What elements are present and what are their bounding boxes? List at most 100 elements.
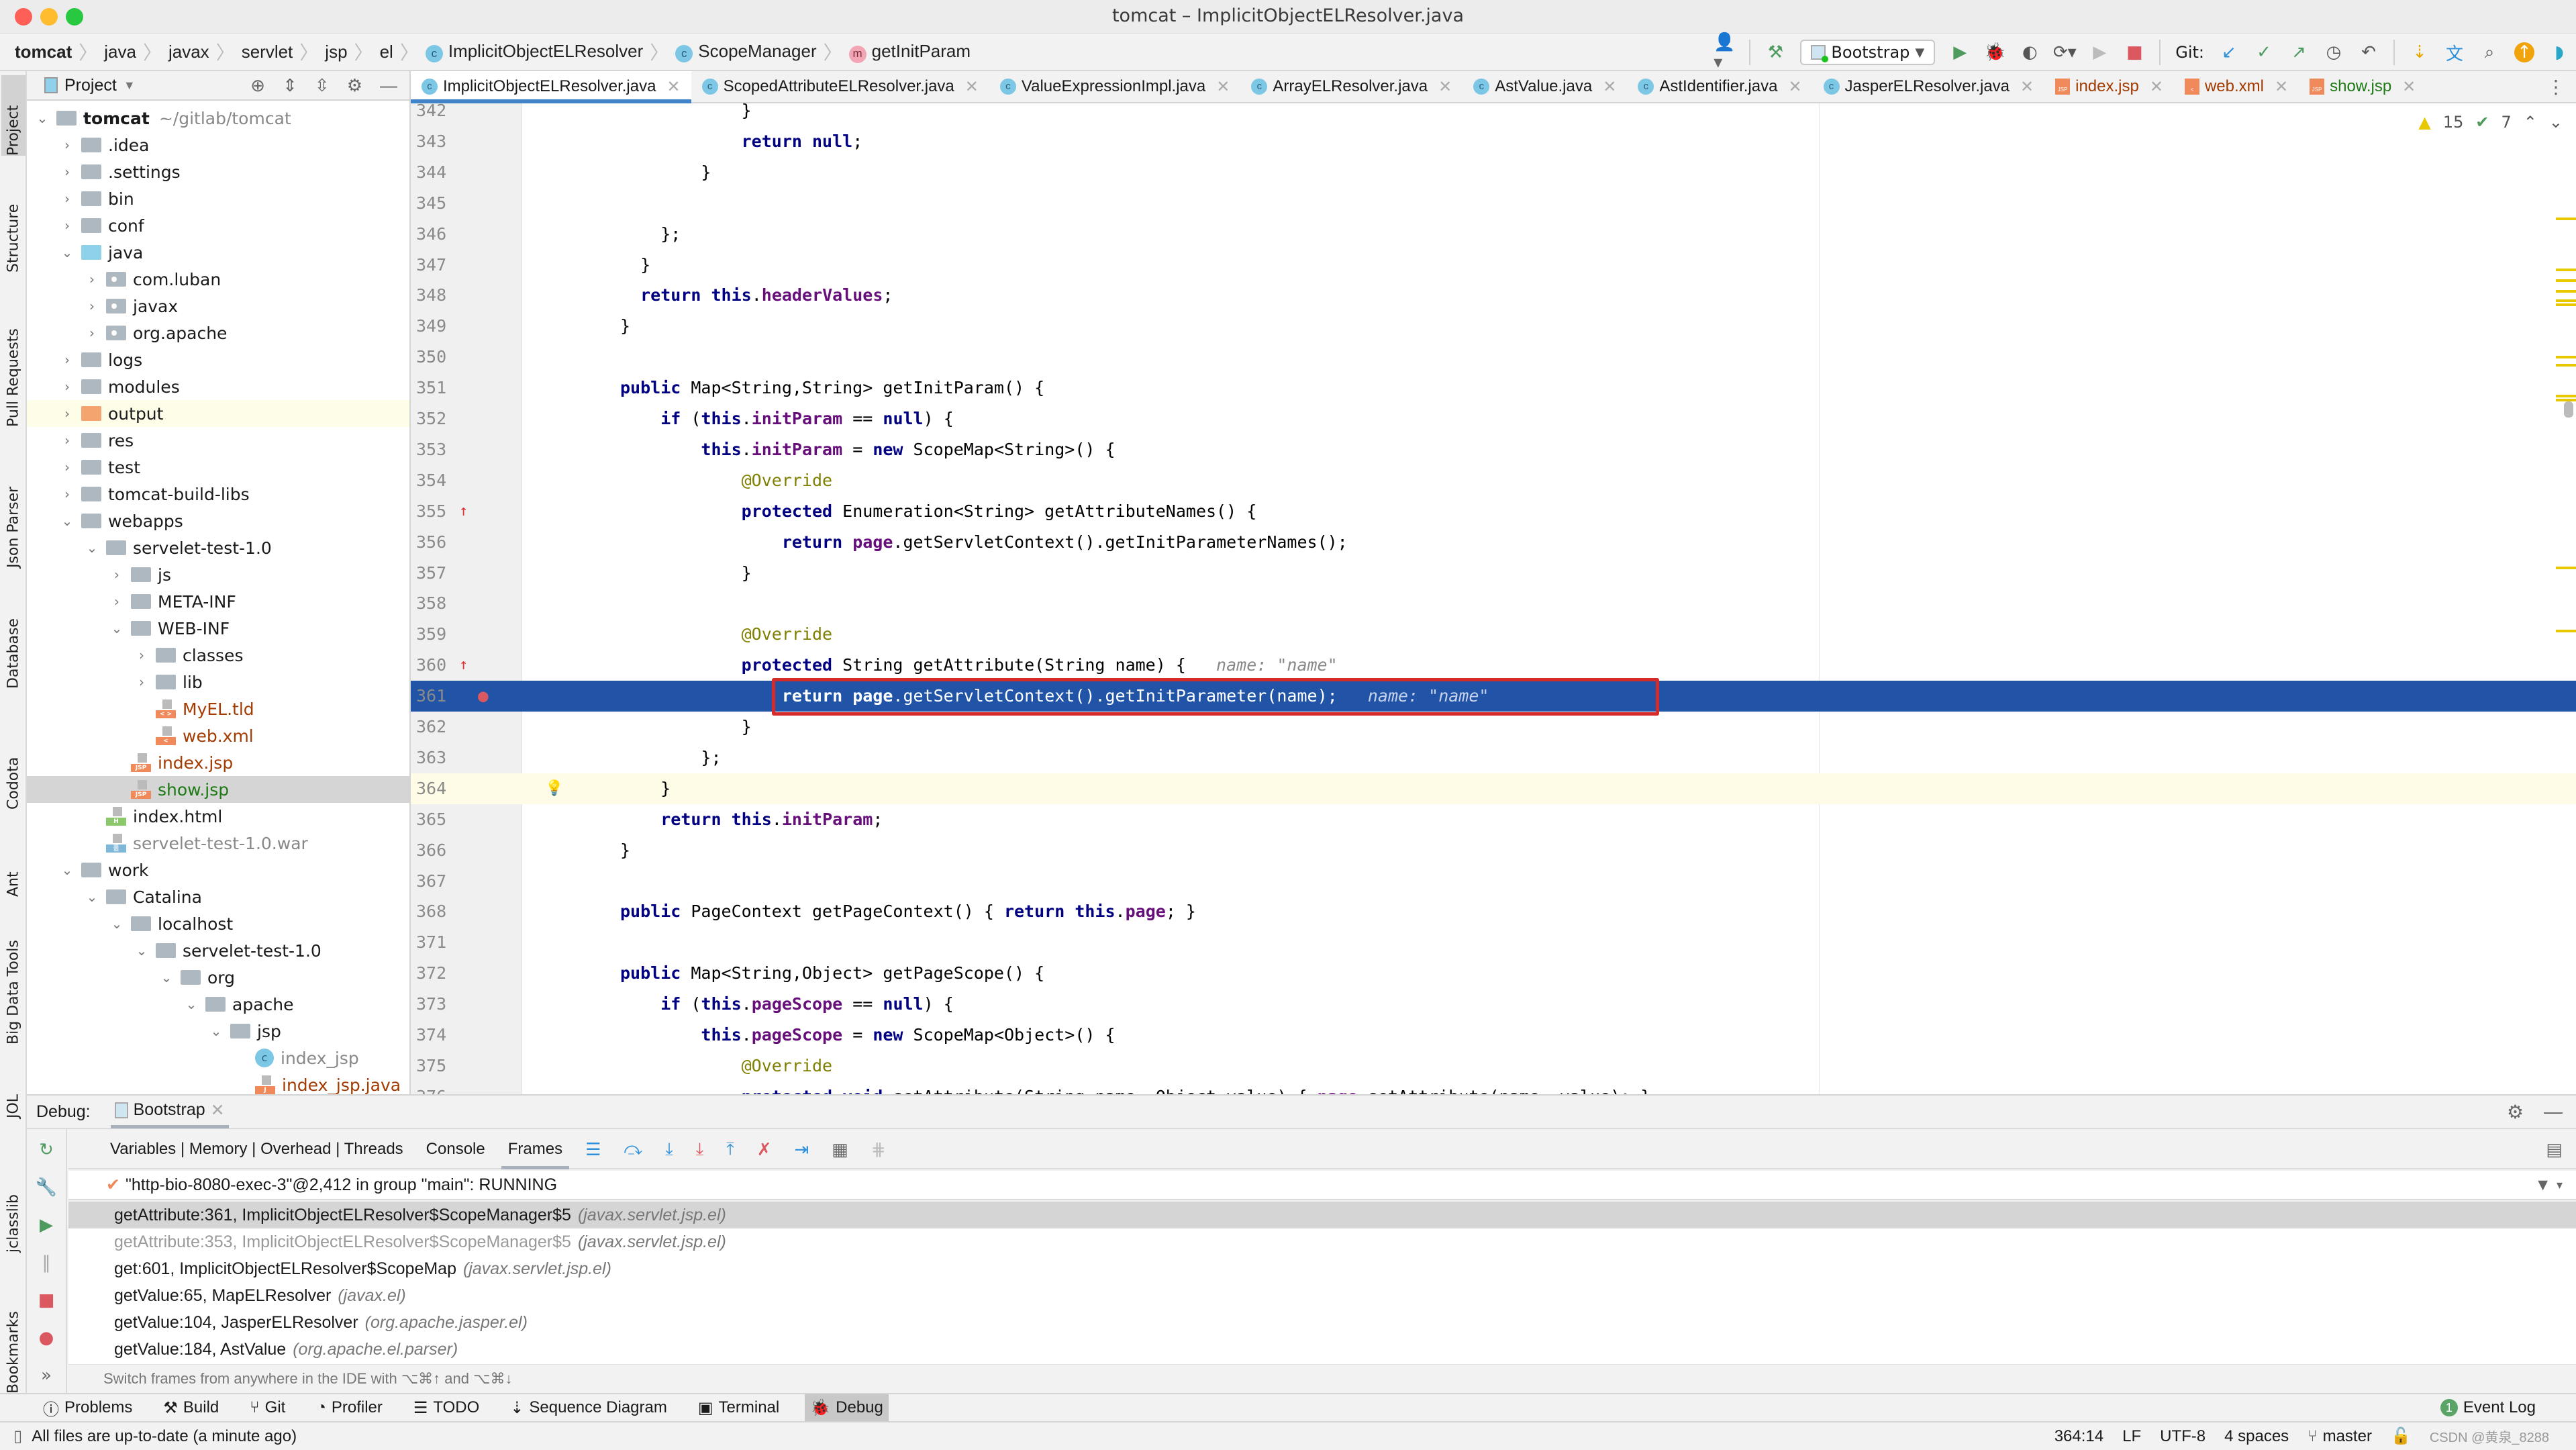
warning-marker[interactable] (2556, 279, 2576, 282)
breadcrumb-item[interactable]: c ScopeManager (675, 41, 817, 62)
editor-tab[interactable]: JSP index.jsp ✕ (2044, 71, 2174, 102)
translate-icon[interactable]: 文 (2444, 42, 2465, 64)
tree-node[interactable]: ⌄ jsp (27, 1018, 409, 1045)
tree-node[interactable]: ⌄ servelet-test-1.0 (27, 937, 409, 964)
line-number[interactable]: 350 (416, 342, 456, 373)
stack-frame[interactable]: getValue:65, MapELResolver (javax.el) (68, 1282, 2576, 1309)
git-update-icon[interactable]: ↙ (2219, 42, 2239, 62)
layout-icon[interactable]: ▤ (2546, 1139, 2563, 1160)
editor-tab[interactable]: c AstIdentifier.java ✕ (1627, 71, 1812, 102)
project-view-select[interactable]: Project (64, 76, 117, 95)
step-into-icon[interactable]: ⤓ (665, 1139, 673, 1160)
chevron-down-icon[interactable]: ⌄ (133, 942, 150, 959)
step-over-icon[interactable]: ⤼ (624, 1139, 642, 1160)
chevron-right-icon[interactable]: › (108, 567, 126, 583)
tree-node[interactable]: ⌄ webapps (27, 508, 409, 534)
file-encoding[interactable]: UTF-8 (2160, 1427, 2206, 1446)
chevron-down-icon[interactable]: ⌄ (83, 540, 101, 556)
trace-stream-icon[interactable]: ⋕ (871, 1139, 886, 1160)
run-to-cursor-icon[interactable]: ⇥ (794, 1139, 809, 1160)
line-number[interactable]: 347 (416, 250, 456, 281)
line-number[interactable]: 365 (416, 804, 456, 835)
tree-node[interactable]: › output (27, 400, 409, 427)
chevron-right-icon[interactable]: › (58, 432, 76, 448)
chevron-right-icon[interactable]: › (83, 298, 101, 314)
code-editor[interactable]: 342 } 343 return null; 344 } 345 346 }; 347 }… (411, 103, 2576, 1094)
warning-marker[interactable] (2556, 364, 2576, 367)
line-number[interactable]: 361 (416, 681, 456, 712)
chevron-right-icon[interactable]: › (58, 405, 76, 422)
chevron-down-icon[interactable]: ⌄ (108, 620, 126, 636)
tool-window-big-data-tools[interactable]: Big Data Tools (1, 910, 26, 1045)
stack-frame[interactable]: get:601, ImplicitObjectELResolver$ScopeM… (68, 1255, 2576, 1282)
line-number[interactable]: 374 (416, 1020, 456, 1051)
tree-node[interactable]: Hindex.html (27, 803, 409, 830)
chevron-right-icon[interactable]: › (133, 674, 150, 690)
stack-frame[interactable]: getAttribute:353, ImplicitObjectELResolv… (68, 1228, 2576, 1255)
tree-node[interactable]: ⌄ org (27, 964, 409, 991)
resume-program-icon[interactable]: ▶ (40, 1215, 53, 1235)
tree-node[interactable]: › js (27, 561, 409, 588)
warning-marker[interactable] (2556, 356, 2576, 358)
close-tab-icon[interactable]: ✕ (1788, 77, 1801, 97)
line-number[interactable]: 371 (416, 927, 456, 958)
chevron-right-icon[interactable]: › (58, 486, 76, 502)
chevron-right-icon[interactable]: › (58, 352, 76, 368)
search-icon[interactable]: ⌕ (2479, 42, 2499, 62)
tree-node[interactable]: › tomcat-build-libs (27, 481, 409, 508)
close-tab-icon[interactable]: ✕ (2275, 77, 2288, 97)
tree-node[interactable]: › classes (27, 642, 409, 669)
run-configuration-select[interactable]: Bootstrap ▼ (1800, 40, 1936, 65)
indent-setting[interactable]: 4 spaces (2224, 1427, 2289, 1446)
tree-node[interactable]: < web.xml (27, 722, 409, 749)
chevron-right-icon[interactable]: › (83, 325, 101, 341)
show-execution-point-icon[interactable]: ☰ (585, 1139, 601, 1160)
warning-marker[interactable] (2556, 303, 2576, 306)
chevron-right-icon[interactable]: › (58, 218, 76, 234)
breadcrumb-item[interactable]: tomcat (15, 42, 72, 62)
expand-all-icon[interactable]: ⇕ (283, 75, 297, 96)
account-icon[interactable]: 👤▾ (1714, 32, 1735, 72)
tool-window-codota[interactable]: Codota (1, 702, 26, 810)
tool-window-sequence-diagram[interactable]: ⇣ Sequence Diagram (505, 1394, 673, 1421)
chevron-right-icon[interactable]: › (58, 459, 76, 475)
hide-icon[interactable]: — (2544, 1101, 2576, 1122)
editor-tab[interactable]: JSP show.jsp ✕ (2299, 71, 2426, 102)
tree-node[interactable]: ▒ servelet-test-1.0.war (27, 830, 409, 857)
chevron-down-icon[interactable]: ▾ (2557, 1178, 2563, 1192)
warning-marker[interactable] (2556, 567, 2576, 569)
tree-node[interactable]: ⌄ work (27, 857, 409, 883)
tab-console[interactable]: Console (426, 1140, 485, 1159)
tree-node[interactable]: c index_jsp (27, 1045, 409, 1071)
line-number[interactable]: 349 (416, 311, 456, 342)
run-icon[interactable]: ▶ (1950, 42, 1970, 62)
chevron-right-icon[interactable]: › (58, 164, 76, 180)
line-number[interactable]: 344 (416, 157, 456, 188)
close-tab-icon[interactable]: ✕ (2150, 77, 2163, 97)
evaluate-expression-icon[interactable]: ▦ (832, 1139, 848, 1160)
tree-node[interactable]: ⌄ servelet-test-1.0 (27, 534, 409, 561)
close-tab-icon[interactable]: ✕ (1438, 77, 1452, 97)
tool-window-bookmarks[interactable]: Bookmarks (1, 1273, 26, 1394)
editor-tab[interactable]: c ArrayELResolver.java ✕ (1240, 71, 1463, 102)
debug-bug-icon[interactable]: 🐞 (1984, 42, 2005, 62)
close-tab-icon[interactable]: ✕ (2402, 77, 2416, 97)
editor-tab[interactable]: < web.xml ✕ (2174, 71, 2299, 102)
line-number[interactable]: 355 (416, 496, 456, 527)
warning-marker[interactable] (2556, 218, 2576, 220)
git-branch-widget[interactable]: ⑂ master (2308, 1427, 2372, 1446)
tree-node[interactable]: › res (27, 427, 409, 454)
chevron-down-icon[interactable]: ⌄ (58, 244, 76, 260)
tool-window-build[interactable]: ⚒ Build (158, 1394, 224, 1421)
git-push-icon[interactable]: ↗ (2289, 42, 2309, 62)
editor-tab[interactable]: c ValueExpressionImpl.java ✕ (989, 71, 1240, 102)
status-icon[interactable]: ▯ (13, 1427, 22, 1446)
chevron-right-icon[interactable]: › (58, 191, 76, 207)
editor-tab[interactable]: c ScopedAttributeELResolver.java ✕ (691, 71, 989, 102)
line-number[interactable]: 366 (416, 835, 456, 866)
line-number[interactable]: 367 (416, 866, 456, 897)
chevron-right-icon[interactable]: › (58, 379, 76, 395)
line-separator[interactable]: LF (2122, 1427, 2141, 1446)
breadcrumb-item[interactable]: m getInitParam (848, 41, 971, 63)
step-out-icon[interactable]: ⤒ (726, 1139, 734, 1160)
